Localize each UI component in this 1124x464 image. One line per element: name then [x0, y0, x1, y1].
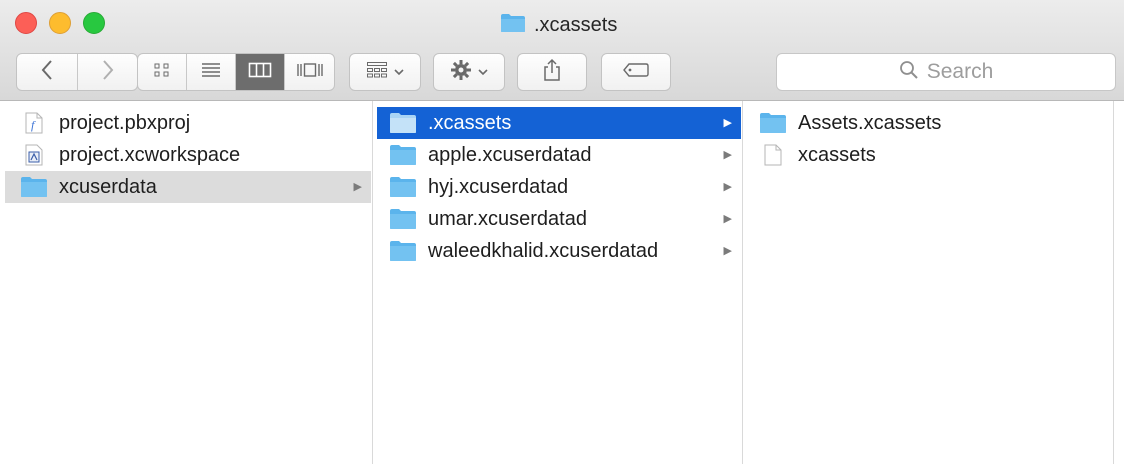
item-label: xcassets — [798, 143, 876, 166]
browser-column-3[interactable]: Assets.xcassets xcassets — [744, 101, 1114, 464]
search-placeholder: Search — [926, 60, 994, 83]
item-label: umar.xcuserdatad — [428, 207, 587, 230]
folder-icon — [388, 176, 418, 198]
list-item[interactable]: xcassets — [747, 139, 1111, 171]
close-window-button[interactable] — [15, 12, 37, 34]
window-title: .xcassets — [500, 12, 617, 38]
action-button[interactable] — [433, 53, 505, 91]
pbxproj-file-icon: f — [19, 112, 49, 134]
chevron-down-icon — [478, 63, 488, 81]
item-label: waleedkhalid.xcuserdatad — [428, 239, 659, 262]
toolbar: .xcassets Search — [0, 0, 1124, 101]
item-label: hyj.xcuserdatad — [428, 175, 569, 198]
browser-column-4[interactable] — [1115, 101, 1124, 464]
chevron-left-icon — [40, 59, 54, 86]
disclosure-arrow-icon: ▶ — [723, 149, 732, 161]
disclosure-arrow-icon: ▶ — [723, 181, 732, 193]
item-label: project.xcworkspace — [59, 143, 241, 166]
share-icon — [542, 58, 562, 87]
list-item[interactable]: xcuserdata ▶ — [5, 171, 371, 203]
list-item[interactable]: f project.pbxproj — [5, 107, 371, 139]
forward-button[interactable] — [77, 54, 137, 90]
window-title-text: .xcassets — [534, 13, 618, 36]
folder-icon — [19, 176, 49, 198]
tag-icon — [622, 62, 650, 83]
back-forward-group — [16, 53, 138, 91]
view-mode-group — [137, 53, 335, 91]
list-item[interactable]: project.xcworkspace — [5, 139, 371, 171]
minimize-window-button[interactable] — [49, 12, 71, 34]
document-icon — [758, 144, 788, 166]
share-button[interactable] — [517, 53, 587, 91]
item-label: Assets.xcassets — [798, 111, 942, 134]
list-item[interactable]: umar.xcuserdatad ▶ — [377, 203, 741, 235]
search-icon — [899, 60, 919, 85]
browser-column-1[interactable]: f project.pbxproj project.xcworkspace xc… — [0, 101, 373, 464]
list-view-icon — [200, 62, 222, 83]
folder-icon — [388, 112, 418, 134]
disclosure-arrow-icon: ▶ — [723, 117, 732, 129]
item-label: .xcassets — [428, 111, 512, 134]
chevron-right-icon — [101, 59, 115, 86]
cover-flow-view-button[interactable] — [284, 54, 334, 90]
finder-window: .xcassets Search f project.pbxproj proje… — [0, 0, 1124, 464]
list-item[interactable]: apple.xcuserdatad ▶ — [377, 139, 741, 171]
item-label: xcuserdata — [59, 175, 157, 198]
icon-view-button[interactable] — [138, 54, 186, 90]
item-label: project.pbxproj — [59, 111, 191, 134]
item-label: apple.xcuserdatad — [428, 143, 592, 166]
list-item[interactable]: .xcassets ▶ — [377, 107, 741, 139]
folder-icon — [758, 112, 788, 134]
search-field[interactable]: Search — [776, 53, 1116, 91]
edit-tags-button[interactable] — [601, 53, 671, 91]
arrange-grid-icon — [366, 61, 388, 84]
column-view-button[interactable] — [235, 54, 284, 90]
folder-icon — [388, 208, 418, 230]
arrange-button[interactable] — [349, 53, 421, 91]
list-item[interactable]: waleedkhalid.xcuserdatad ▶ — [377, 235, 741, 267]
icon-view-icon — [153, 62, 171, 83]
folder-icon — [388, 144, 418, 166]
folder-icon — [500, 13, 526, 38]
list-item[interactable]: hyj.xcuserdatad ▶ — [377, 171, 741, 203]
back-button[interactable] — [17, 54, 77, 90]
folder-icon — [388, 240, 418, 262]
gear-icon — [450, 59, 472, 86]
xcworkspace-file-icon — [19, 144, 49, 166]
list-item[interactable]: Assets.xcassets — [747, 107, 1111, 139]
zoom-window-button[interactable] — [83, 12, 105, 34]
browser-column-2[interactable]: .xcassets ▶ apple.xcuserdatad ▶ hyj.xcus… — [374, 101, 743, 464]
column-view-icon — [248, 62, 272, 83]
list-view-button[interactable] — [186, 54, 235, 90]
cover-flow-icon — [296, 62, 324, 83]
disclosure-arrow-icon: ▶ — [723, 213, 732, 225]
disclosure-arrow-icon: ▶ — [353, 181, 362, 193]
disclosure-arrow-icon: ▶ — [723, 245, 732, 257]
chevron-down-icon — [394, 63, 404, 81]
